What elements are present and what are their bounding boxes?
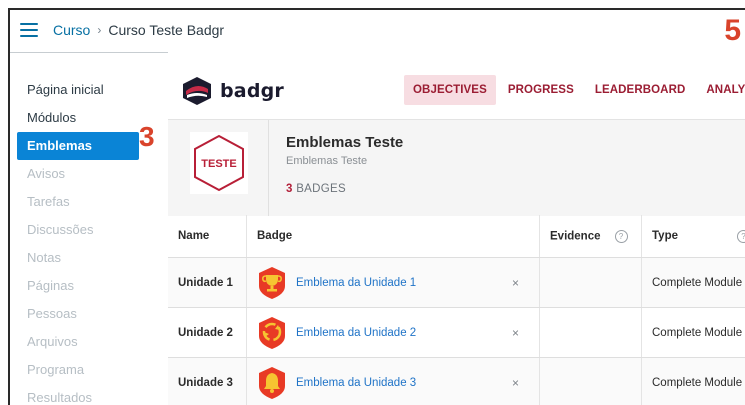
sidebar-item-pagina-inicial[interactable]: Página inicial — [10, 76, 158, 104]
badgr-logo-text: badgr — [220, 80, 284, 102]
badgr-logo: badgr — [180, 76, 284, 106]
collection-subtitle: Emblemas Teste — [286, 155, 368, 167]
sidebar-item-arquivos: Arquivos — [27, 334, 78, 349]
header-evidence: Evidence? — [539, 215, 642, 258]
badge-count-number: 3 — [286, 183, 293, 195]
collection-hexagon-icon: TESTE — [194, 134, 244, 192]
badgr-tabs: OBJECTIVES PROGRESS LEADERBOARD ANALYTIC… — [404, 75, 745, 105]
sidebar-item-paginas: Páginas — [27, 278, 74, 293]
sidebar-item-resultados: Resultados — [27, 390, 93, 405]
row-type: Complete Module — [641, 357, 745, 405]
header-name: Name — [168, 215, 247, 258]
row-type: Complete Module — [641, 307, 745, 358]
header-type: Type? — [641, 215, 745, 258]
collection-image: TESTE — [190, 132, 248, 194]
sidebar-item-avisos: Avisos — [27, 166, 66, 181]
bell-icon — [259, 366, 285, 399]
recycle-icon — [259, 316, 285, 349]
badgr-main-panel: badgr OBJECTIVES PROGRESS LEADERBOARD AN… — [168, 63, 745, 405]
header-badge: Badge — [246, 215, 540, 258]
breadcrumb: Curso › Curso Teste Badgr — [53, 22, 224, 38]
sidebar-item-pessoas: Pessoas — [27, 306, 77, 321]
remove-badge-icon[interactable]: × — [512, 276, 519, 290]
badge-link-unidade-1[interactable]: Emblema da Unidade 1 — [296, 277, 416, 289]
top-bar: Curso › Curso Teste Badgr — [10, 10, 745, 50]
breadcrumb-course-link[interactable]: Curso — [53, 22, 90, 38]
badgr-logo-icon — [183, 77, 211, 105]
collection-image-text: TESTE — [201, 158, 236, 170]
table-row: Unidade 2 Emblema da Unidade 2 × Complet… — [168, 307, 745, 358]
row-type: Complete Module — [641, 257, 745, 308]
table-row: Unidade 3 Emblema da Unidade 3 × Complet… — [168, 357, 745, 405]
row-name: Unidade 3 — [168, 357, 247, 405]
breadcrumb-separator: › — [97, 23, 102, 37]
evidence-help-icon[interactable]: ? — [614, 229, 628, 243]
badge-collection-header: TESTE Emblemas Teste Emblemas Teste 3 BA… — [168, 119, 745, 216]
remove-badge-icon[interactable]: × — [512, 376, 519, 390]
breadcrumb-current-course: Curso Teste Badgr — [108, 22, 225, 38]
badgr-header: badgr OBJECTIVES PROGRESS LEADERBOARD AN… — [168, 63, 745, 119]
sidebar-item-emblemas[interactable]: Emblemas — [17, 132, 139, 160]
annotation-number-5: 5 — [724, 14, 741, 47]
table-row: Unidade 1 Emblema da Unidade 1 × Complet… — [168, 257, 745, 308]
row-evidence — [539, 307, 642, 358]
type-help-icon[interactable]: ? — [737, 230, 745, 243]
badges-table: Name Badge Evidence? Type? Unidade 1 — [168, 215, 745, 405]
collection-badge-count: 3 BADGES — [286, 183, 346, 195]
app-frame: Curso › Curso Teste Badgr 5 Página inici… — [8, 8, 745, 405]
collection-divider — [268, 120, 269, 216]
row-name: Unidade 1 — [168, 257, 247, 308]
tab-objectives[interactable]: OBJECTIVES — [404, 75, 496, 105]
row-evidence — [539, 357, 642, 405]
sidebar-item-tarefas: Tarefas — [27, 194, 70, 209]
badge-link-unidade-2[interactable]: Emblema da Unidade 2 — [296, 327, 416, 339]
table-header-row: Name Badge Evidence? Type? — [168, 215, 745, 258]
row-evidence — [539, 257, 642, 308]
tab-progress[interactable]: PROGRESS — [499, 75, 583, 105]
collection-title: Emblemas Teste — [286, 134, 404, 151]
remove-badge-icon[interactable]: × — [512, 326, 519, 340]
sidebar-item-notas: Notas — [27, 250, 61, 265]
badge-count-label: BADGES — [296, 183, 346, 195]
row-name: Unidade 2 — [168, 307, 247, 358]
hamburger-menu-icon[interactable] — [20, 23, 38, 37]
tab-analytics[interactable]: ANALYTICS — [697, 75, 745, 105]
badge-link-unidade-3[interactable]: Emblema da Unidade 3 — [296, 377, 416, 389]
sidebar-item-programa: Programa — [27, 362, 85, 377]
tab-leaderboard[interactable]: LEADERBOARD — [586, 75, 695, 105]
annotation-number-3: 3 — [139, 121, 155, 152]
course-nav-sidebar: Página inicial Módulos Emblemas Avisos T… — [10, 76, 158, 405]
sidebar-item-discussoes: Discussões — [27, 222, 94, 237]
sidebar-item-modulos[interactable]: Módulos — [10, 104, 158, 132]
trophy-icon — [259, 266, 285, 299]
header-divider — [10, 52, 168, 53]
